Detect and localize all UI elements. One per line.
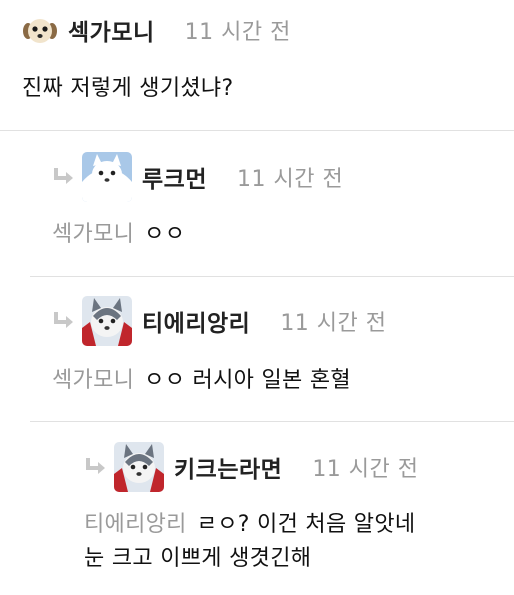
mention-tag[interactable]: 섹가모니 <box>52 368 134 393</box>
comment-text-row: 섹가모니 ㅇㅇ 러시아 일본 혼혈 <box>52 364 351 398</box>
divider <box>30 276 514 277</box>
mention-tag[interactable]: 섹가모니 <box>52 222 134 247</box>
comment-text-row: 티에리앙리 ㄹㅇ? 이건 처음 알앗네 눈 크고 이쁘게 생겻긴해 <box>84 508 504 576</box>
comment-header: 루크먼 11 시간 전 <box>52 152 343 202</box>
comment-text: ㅇㅇ 러시아 일본 혼혈 <box>144 368 351 393</box>
comment-timestamp: 11 시간 전 <box>280 311 387 336</box>
reply-arrow-icon <box>52 309 76 333</box>
comment-header: 키크는라면 11 시간 전 <box>84 442 419 492</box>
comment-author[interactable]: 루크먼 <box>142 160 207 194</box>
comment-text: 진짜 저렇게 생기셨냐? <box>22 76 234 101</box>
comment-header: 티에리앙리 11 시간 전 <box>52 296 387 346</box>
mention-tag[interactable]: 티에리앙리 <box>84 512 187 537</box>
comment-author[interactable]: 섹가모니 <box>68 13 155 47</box>
husky-avatar-icon[interactable] <box>114 442 164 492</box>
comment-author[interactable]: 키크는라면 <box>174 450 282 484</box>
divider <box>0 130 514 131</box>
husky-avatar-icon[interactable] <box>82 296 132 346</box>
comment-timestamp: 11 시간 전 <box>312 457 419 482</box>
comment-text-row: 섹가모니 ㅇㅇ <box>52 218 185 252</box>
comment-timestamp: 11 시간 전 <box>236 167 344 192</box>
white-dog-avatar-icon[interactable] <box>82 152 132 202</box>
reply-arrow-icon <box>52 165 76 189</box>
comment-author[interactable]: 티에리앙리 <box>142 304 250 338</box>
comment-text: ㅇㅇ <box>144 222 186 247</box>
reply-arrow-icon <box>84 455 108 479</box>
comment-timestamp: 11 시간 전 <box>184 20 291 45</box>
comment-header: 섹가모니 11 시간 전 <box>22 12 291 48</box>
dog-avatar-icon[interactable] <box>22 12 58 48</box>
divider <box>30 421 514 422</box>
